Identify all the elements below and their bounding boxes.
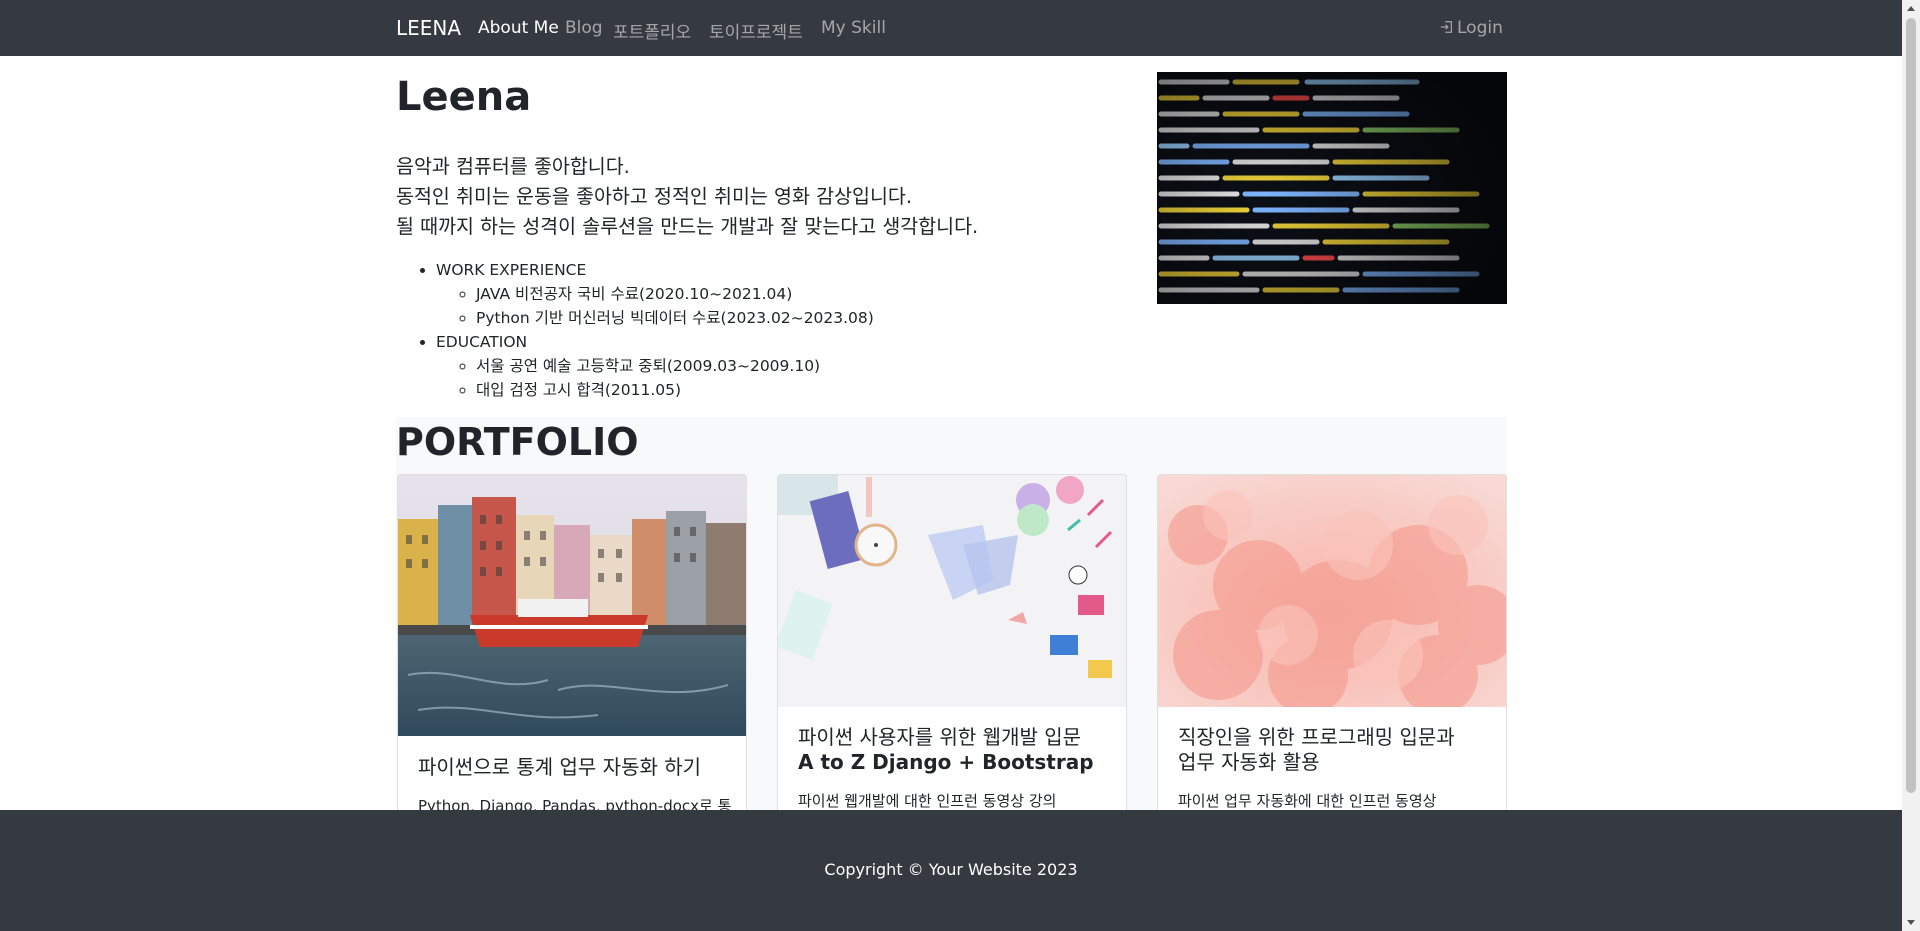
card-title-text: 파이썬 사용자를 위한 웹개발 입문 bbox=[798, 725, 1082, 749]
intro-line: 될 때까지 하는 성격이 솔루션을 만드는 개발과 잘 맞는다고 생각합니다. bbox=[396, 215, 979, 238]
pink-ink-cloud-image bbox=[1158, 475, 1506, 707]
intro-lead: 음악과 컴퓨터를 좋아합니다. 동적인 취미는 운동을 좋아하고 정적인 취미는… bbox=[396, 152, 978, 242]
portfolio-card[interactable]: 파이썬으로 통계 업무 자동화 하기 Python, Django, Panda… bbox=[397, 474, 747, 816]
vertical-scrollbar[interactable] bbox=[1902, 0, 1920, 931]
scroll-up-arrow-icon[interactable] bbox=[1907, 6, 1915, 11]
nav-item-portfolio[interactable]: 포트폴리오 bbox=[613, 18, 691, 43]
login-link[interactable]: Login bbox=[1440, 18, 1503, 38]
card-title: 파이썬 사용자를 위한 웹개발 입문 A to Z Django + Bootst… bbox=[798, 725, 1094, 775]
card-title-text: 파이썬으로 통계 업무 자동화 하기 bbox=[418, 755, 702, 779]
card-text: 파이썬 업무 자동화에 대한 인프런 동영상 bbox=[1178, 792, 1437, 810]
navbar: LEENA About Me Blog 포트폴리오 토이프로젝트 My Skil… bbox=[0, 0, 1902, 56]
list-item: 서울 공연 예술 고등학교 중퇴(2009.03~2009.10) bbox=[476, 354, 874, 378]
card-title-text: 직장인을 위한 프로그래밍 입문과 bbox=[1178, 725, 1455, 749]
portfolio-card[interactable]: 직장인을 위한 프로그래밍 입문과 업무 자동화 활용 파이썬 업무 자동화에 대… bbox=[1157, 474, 1507, 816]
scrollbar-thumb[interactable] bbox=[1906, 18, 1916, 793]
list-item: JAVA 비전공자 국비 수료(2020.10~2021.04) bbox=[476, 282, 874, 306]
card-title-line2: 업무 자동화 활용 bbox=[1178, 750, 1320, 774]
resume-list: WORK EXPERIENCE JAVA 비전공자 국비 수료(2020.10~… bbox=[396, 258, 874, 402]
list-item: 대입 검정 고시 합격(2011.05) bbox=[476, 378, 874, 402]
page-title: Leena bbox=[396, 74, 532, 120]
section-heading-work-experience: WORK EXPERIENCE bbox=[436, 261, 587, 279]
list-item: Python 기반 머신러닝 빅데이터 수료(2023.02~2023.08) bbox=[476, 306, 874, 330]
login-icon bbox=[1440, 21, 1452, 33]
card-title-bold: A to Z Django + Bootstrap bbox=[798, 750, 1094, 774]
navbar-brand[interactable]: LEENA bbox=[396, 16, 461, 40]
copyright-text: Copyright © Your Website 2023 bbox=[824, 860, 1078, 879]
nav-item-about-me[interactable]: About Me bbox=[478, 18, 559, 38]
login-label: Login bbox=[1457, 18, 1503, 38]
intro-line: 동적인 취미는 운동을 좋아하고 정적인 취미는 영화 감상입니다. bbox=[396, 185, 913, 208]
nav-item-toy-project[interactable]: 토이프로젝트 bbox=[709, 18, 803, 43]
card-title: 파이썬으로 통계 업무 자동화 하기 bbox=[418, 755, 701, 780]
list-item: WORK EXPERIENCE JAVA 비전공자 국비 수료(2020.10~… bbox=[436, 258, 874, 330]
harbor-houses-image bbox=[398, 475, 746, 736]
list-item: EDUCATION 서울 공연 예술 고등학교 중퇴(2009.03~2009.… bbox=[436, 330, 874, 402]
desk-items-image bbox=[778, 475, 1126, 707]
nav-item-blog[interactable]: Blog bbox=[565, 18, 603, 38]
portfolio-title: PORTFOLIO bbox=[396, 420, 639, 464]
nav-item-my-skill[interactable]: My Skill bbox=[821, 18, 886, 38]
code-screenshot-image bbox=[1157, 72, 1507, 304]
section-heading-education: EDUCATION bbox=[436, 333, 528, 351]
intro-line: 음악과 컴퓨터를 좋아합니다. bbox=[396, 155, 630, 178]
card-title: 직장인을 위한 프로그래밍 입문과 업무 자동화 활용 bbox=[1178, 725, 1455, 775]
portfolio-card[interactable]: 파이썬 사용자를 위한 웹개발 입문 A to Z Django + Bootst… bbox=[777, 474, 1127, 816]
scroll-down-arrow-icon[interactable] bbox=[1907, 920, 1915, 925]
card-text: 파이썬 웹개발에 대한 인프런 동영상 강의 bbox=[798, 792, 1057, 810]
